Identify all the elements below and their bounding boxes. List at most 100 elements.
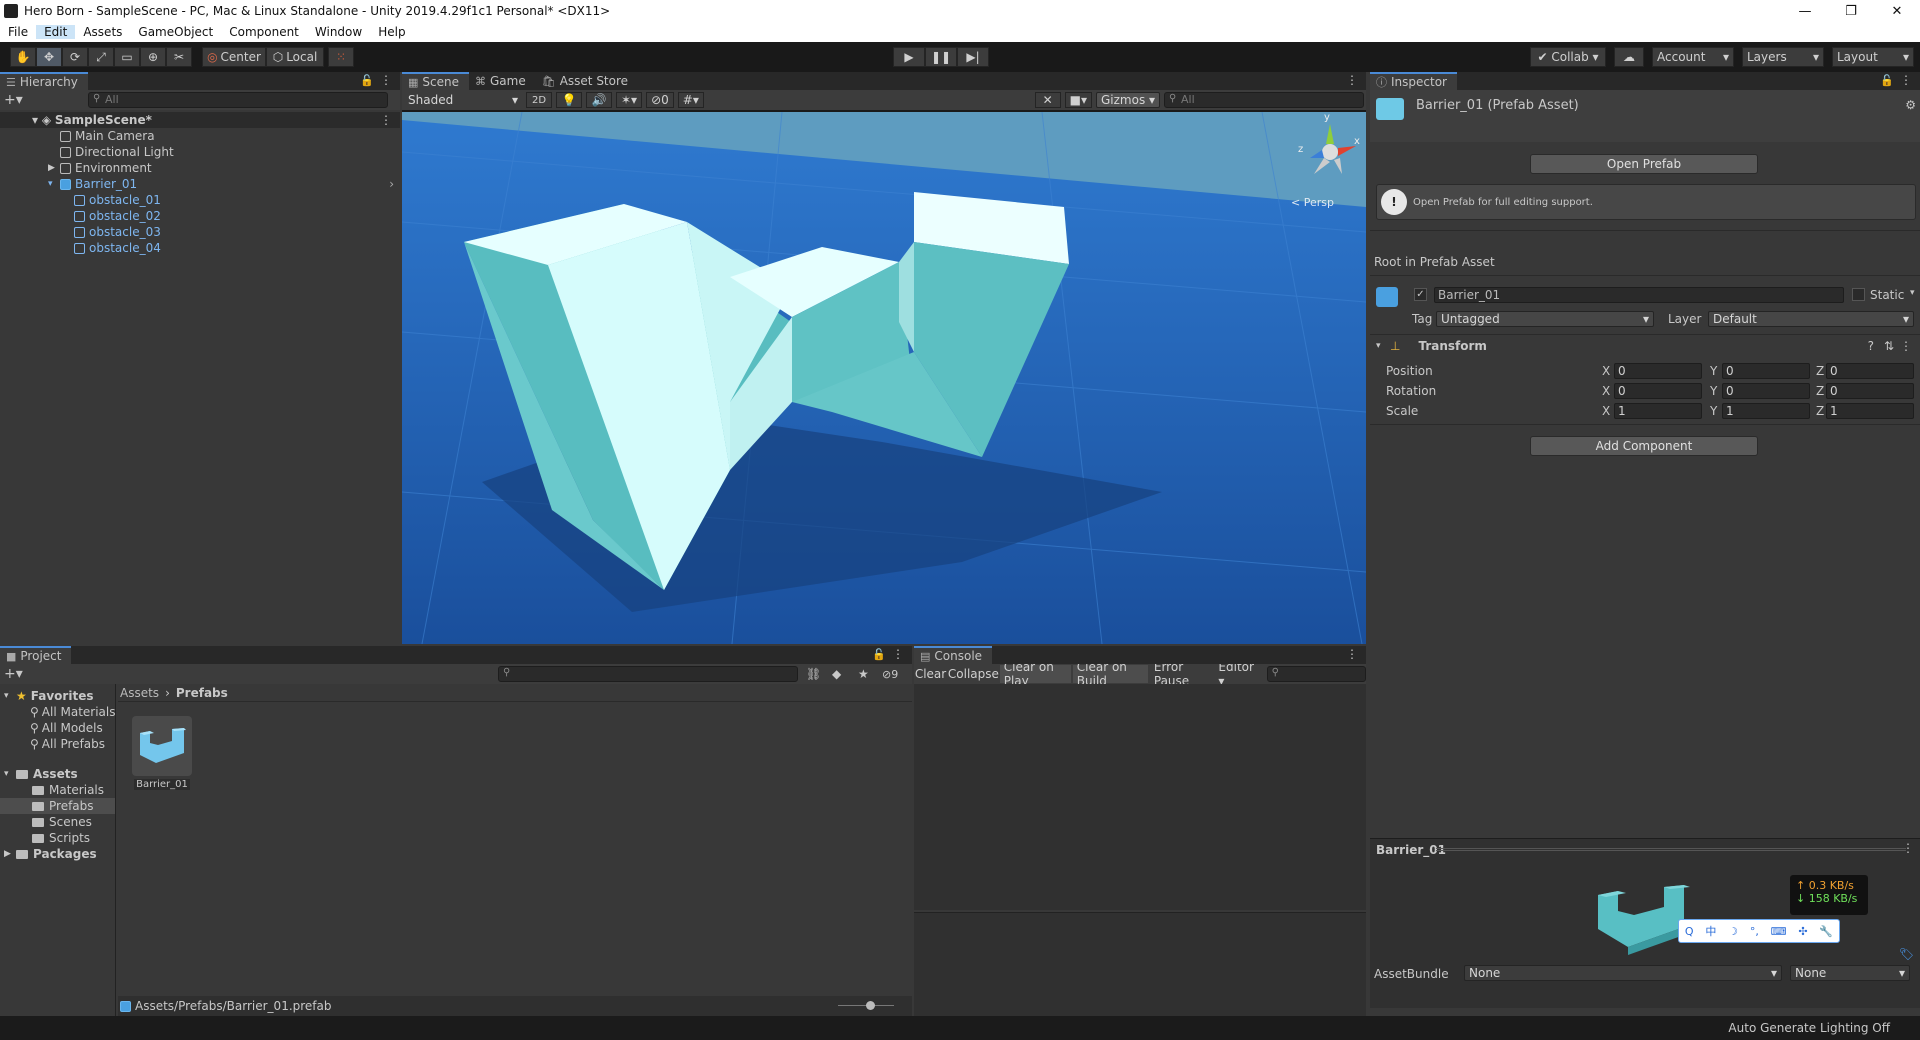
pause-button[interactable]: ❚❚ bbox=[925, 47, 957, 67]
panel-menu-icon[interactable]: ⋮ bbox=[380, 73, 392, 87]
search-by-type-icon[interactable]: ⛓ bbox=[806, 667, 821, 681]
favorites-header[interactable]: ▾ ★ Favorites bbox=[0, 688, 115, 704]
hierarchy-search-input[interactable]: All bbox=[88, 92, 388, 108]
chevron-down-icon[interactable]: ▾ bbox=[1910, 288, 1915, 298]
rotation-x-field[interactable]: 0 bbox=[1614, 383, 1702, 399]
breadcrumb-prefabs[interactable]: Prefabs bbox=[176, 686, 228, 700]
tag-dropdown[interactable]: Untagged ▾ bbox=[1436, 311, 1654, 327]
search-by-label-icon[interactable]: ◆ bbox=[832, 667, 841, 681]
play-button[interactable]: ▶ bbox=[893, 47, 925, 67]
panel-menu-icon[interactable]: ⋮ bbox=[1346, 73, 1358, 87]
menu-file[interactable]: File bbox=[0, 25, 36, 39]
panel-menu-icon[interactable]: ⋮ bbox=[892, 647, 904, 661]
ime-punct-icon[interactable]: °, bbox=[1750, 925, 1759, 938]
tab-console[interactable]: ▤ Console bbox=[914, 646, 993, 664]
rect-tool-icon[interactable]: ▭ bbox=[114, 47, 140, 67]
transform-tool-icon[interactable]: ⊕ bbox=[140, 47, 166, 67]
collab-button[interactable]: ✔ Collab ▾ bbox=[1530, 47, 1606, 67]
zoom-slider-thumb[interactable] bbox=[866, 1001, 875, 1010]
create-add-icon[interactable]: +▾ bbox=[4, 92, 28, 108]
console-editor-dropdown[interactable]: Editor ▾ bbox=[1214, 660, 1259, 688]
restore-icon[interactable]: ❐ bbox=[1828, 0, 1874, 22]
assets-folder-header[interactable]: ▾ Assets bbox=[0, 766, 115, 782]
open-prefab-button[interactable]: Open Prefab bbox=[1530, 154, 1758, 174]
hierarchy-item-barrier[interactable]: ▾ Barrier_01 › bbox=[0, 176, 400, 192]
favorite-all-materials[interactable]: ⚲ All Materials bbox=[0, 704, 116, 720]
hidden-packages-toggle[interactable]: ⊘9 bbox=[882, 668, 898, 681]
folder-scripts[interactable]: Scripts bbox=[0, 830, 115, 846]
effects-toggle-icon[interactable]: ✶▾ bbox=[616, 92, 643, 108]
account-dropdown[interactable]: Account ▾ bbox=[1652, 47, 1734, 67]
toggle-2d-button[interactable]: 2D bbox=[526, 92, 552, 108]
hierarchy-item-directional-light[interactable]: Directional Light bbox=[0, 144, 400, 160]
label-tag-icon[interactable]: 🏷 bbox=[1899, 947, 1914, 961]
menu-component[interactable]: Component bbox=[221, 25, 307, 39]
add-component-button[interactable]: Add Component bbox=[1530, 436, 1758, 456]
position-y-field[interactable]: 0 bbox=[1722, 363, 1810, 379]
console-collapse-button[interactable]: Collapse bbox=[948, 665, 999, 683]
scene-menu-icon[interactable]: ⋮ bbox=[380, 113, 392, 127]
space-local-button[interactable]: ⬡ Local bbox=[266, 47, 324, 67]
hierarchy-item-environment[interactable]: ▶ Environment bbox=[0, 160, 400, 176]
scene-search-input[interactable]: All bbox=[1164, 92, 1364, 108]
shading-dropdown[interactable]: Shaded ▾ bbox=[404, 92, 522, 108]
layer-dropdown[interactable]: Default ▾ bbox=[1708, 311, 1914, 327]
object-name-field[interactable]: Barrier_01 bbox=[1434, 287, 1844, 303]
lighting-toggle-icon[interactable]: 💡 bbox=[556, 92, 582, 108]
gizmos-dropdown[interactable]: Gizmos ▾ bbox=[1096, 92, 1160, 108]
project-search-input[interactable] bbox=[498, 666, 798, 682]
settings-gear-icon[interactable]: ⚙ bbox=[1905, 98, 1916, 112]
camera-icon[interactable]: ■▾ bbox=[1064, 92, 1092, 108]
ime-logo-icon[interactable]: Q bbox=[1685, 925, 1694, 938]
breadcrumb-assets[interactable]: Assets bbox=[120, 686, 159, 700]
create-add-icon[interactable]: +▾ bbox=[4, 666, 23, 682]
asset-tile-barrier[interactable]: Barrier_01 bbox=[130, 716, 194, 790]
static-label[interactable]: Static bbox=[1870, 288, 1904, 302]
ime-toolbar[interactable]: Q 中 ☽ °, ⌨ ✣ 🔧 bbox=[1678, 919, 1840, 943]
console-clear-on-build-button[interactable]: Clear on Build bbox=[1072, 660, 1148, 688]
lock-icon[interactable]: 🔓 bbox=[1880, 74, 1894, 87]
cloud-icon[interactable]: ☁ bbox=[1614, 47, 1644, 67]
ime-moon-icon[interactable]: ☽ bbox=[1728, 925, 1738, 938]
status-lighting-text[interactable]: Auto Generate Lighting Off bbox=[1728, 1021, 1890, 1035]
assetbundle-dropdown[interactable]: None ▾ bbox=[1464, 965, 1782, 981]
projection-label[interactable]: < Persp bbox=[1291, 196, 1334, 209]
hierarchy-item-obstacle-01[interactable]: obstacle_01 bbox=[0, 192, 400, 208]
close-icon[interactable]: ✕ bbox=[1874, 0, 1920, 22]
grid-snap-icon[interactable]: ⁙ bbox=[328, 47, 354, 67]
transform-header[interactable]: ▾ ⊥ Transform ? ⇅ ⋮ bbox=[1370, 334, 1920, 356]
tab-game[interactable]: ⌘ Game bbox=[469, 72, 536, 90]
folder-scenes[interactable]: Scenes bbox=[0, 814, 115, 830]
lock-icon[interactable]: 🔓 bbox=[872, 648, 886, 661]
console-error-pause-button[interactable]: Error Pause bbox=[1149, 660, 1213, 688]
rotate-tool-icon[interactable]: ⟳ bbox=[62, 47, 88, 67]
panel-menu-icon[interactable]: ⋮ bbox=[1900, 73, 1912, 87]
layout-dropdown[interactable]: Layout ▾ bbox=[1832, 47, 1914, 67]
grid-toggle-icon[interactable]: #▾ bbox=[677, 92, 704, 108]
folder-prefabs[interactable]: Prefabs bbox=[0, 798, 115, 814]
position-x-field[interactable]: 0 bbox=[1614, 363, 1702, 379]
packages-folder-header[interactable]: ▶ Packages bbox=[0, 846, 115, 862]
console-clear-on-play-button[interactable]: Clear on Play bbox=[999, 660, 1071, 688]
layers-dropdown[interactable]: Layers ▾ bbox=[1742, 47, 1824, 67]
menu-gameobject[interactable]: GameObject bbox=[130, 25, 221, 39]
scale-x-field[interactable]: 1 bbox=[1614, 403, 1702, 419]
tab-scene[interactable]: ▦ Scene bbox=[402, 72, 469, 90]
help-icon[interactable]: ? bbox=[1868, 339, 1874, 353]
console-log-list[interactable] bbox=[914, 684, 1366, 910]
hand-tool-icon[interactable]: ✋ bbox=[10, 47, 36, 67]
hierarchy-item-main-camera[interactable]: Main Camera bbox=[0, 128, 400, 144]
hierarchy-item-obstacle-03[interactable]: obstacle_03 bbox=[0, 224, 400, 240]
tab-project[interactable]: ■ Project bbox=[0, 646, 72, 664]
tab-inspector[interactable]: ⓘ Inspector bbox=[1370, 72, 1457, 90]
favorite-all-prefabs[interactable]: ⚲ All Prefabs bbox=[0, 736, 115, 752]
scale-tool-icon[interactable]: ⤢ bbox=[88, 47, 114, 67]
hidden-objects-toggle[interactable]: ⊘ 0 bbox=[646, 92, 674, 108]
minimize-icon[interactable]: — bbox=[1782, 0, 1828, 22]
position-z-field[interactable]: 0 bbox=[1826, 363, 1914, 379]
menu-help[interactable]: Help bbox=[370, 25, 413, 39]
preview-drag-handle[interactable] bbox=[1436, 848, 1906, 851]
rotation-y-field[interactable]: 0 bbox=[1722, 383, 1810, 399]
preview-menu-icon[interactable]: ⋮ bbox=[1902, 841, 1914, 855]
folder-materials[interactable]: Materials bbox=[0, 782, 115, 798]
